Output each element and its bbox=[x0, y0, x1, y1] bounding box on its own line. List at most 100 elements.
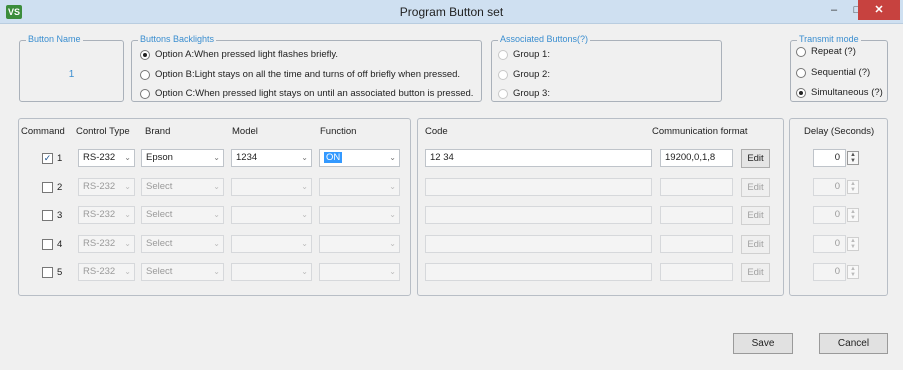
control-type-select[interactable]: RS-232 ⌄ bbox=[78, 235, 135, 253]
model-select[interactable]: ⌄ bbox=[231, 206, 312, 224]
chevron-down-icon: ⌄ bbox=[213, 182, 220, 191]
header-brand: Brand bbox=[145, 126, 171, 137]
backlight-option-c[interactable]: Option C:When pressed light stays on unt… bbox=[140, 88, 473, 99]
control-type-value: RS-232 bbox=[83, 209, 116, 220]
edit-button[interactable]: Edit bbox=[741, 178, 770, 197]
brand-select[interactable]: Select ⌄ bbox=[141, 263, 224, 281]
model-select[interactable]: ⌄ bbox=[231, 235, 312, 253]
backlight-option-b-label: Option B:Light stays on all the time and… bbox=[155, 69, 461, 80]
comm-format-input[interactable] bbox=[660, 263, 733, 281]
radio-icon[interactable] bbox=[796, 46, 806, 57]
code-input[interactable]: 12 34 bbox=[425, 149, 652, 167]
transmit-simultaneous-option[interactable]: Simultaneous (?) bbox=[796, 87, 883, 98]
function-select[interactable]: ON ⌄ bbox=[319, 149, 400, 167]
button-name-value: 1 bbox=[68, 69, 75, 80]
code-input[interactable] bbox=[425, 263, 652, 281]
row-enable-checkbox[interactable]: ✓ bbox=[42, 153, 53, 164]
model-select[interactable]: ⌄ bbox=[231, 178, 312, 196]
save-button[interactable]: Save bbox=[733, 333, 793, 354]
model-select[interactable]: ⌄ bbox=[231, 263, 312, 281]
radio-icon[interactable] bbox=[140, 88, 150, 99]
header-comm-format: Communication format bbox=[652, 126, 748, 137]
radio-icon[interactable] bbox=[796, 87, 806, 98]
edit-button[interactable]: Edit bbox=[741, 206, 770, 225]
radio-icon[interactable] bbox=[498, 88, 508, 99]
function-select[interactable]: ⌄ bbox=[319, 206, 400, 224]
delay-spinner[interactable]: ▲ ▼ bbox=[847, 237, 859, 251]
backlight-option-a[interactable]: Option A:When pressed light flashes brie… bbox=[140, 49, 338, 60]
control-type-select[interactable]: RS-232 ⌄ bbox=[78, 149, 135, 167]
brand-select[interactable]: Select ⌄ bbox=[141, 206, 224, 224]
backlight-option-b[interactable]: Option B:Light stays on all the time and… bbox=[140, 69, 460, 80]
comm-format-input[interactable] bbox=[660, 235, 733, 253]
spin-down-icon[interactable]: ▼ bbox=[848, 158, 858, 164]
spin-down-icon[interactable]: ▼ bbox=[848, 272, 858, 278]
row-number: 3 bbox=[57, 210, 63, 221]
delay-spinner[interactable]: ▲ ▼ bbox=[847, 208, 859, 222]
brand-value: Select bbox=[146, 266, 173, 277]
chevron-down-icon: ⌄ bbox=[213, 239, 220, 248]
backlight-option-a-label: Option A:When pressed light flashes brie… bbox=[155, 49, 339, 60]
row-enable-checkbox[interactable] bbox=[42, 267, 53, 278]
radio-icon[interactable] bbox=[140, 49, 150, 60]
radio-icon[interactable] bbox=[796, 67, 806, 78]
control-type-select[interactable]: RS-232 ⌄ bbox=[78, 178, 135, 196]
row-number: 2 bbox=[57, 182, 63, 193]
delay-input[interactable]: 0 bbox=[813, 235, 846, 253]
spin-down-icon[interactable]: ▼ bbox=[848, 215, 858, 221]
radio-icon[interactable] bbox=[140, 69, 150, 80]
function-select[interactable]: ⌄ bbox=[319, 263, 400, 281]
delay-input[interactable]: 0 bbox=[813, 206, 846, 224]
transmit-repeat-option[interactable]: Repeat (?) bbox=[796, 46, 856, 57]
brand-select[interactable]: Select ⌄ bbox=[141, 235, 224, 253]
group-1-option[interactable]: Group 1: bbox=[498, 49, 550, 60]
delay-value: 0 bbox=[834, 209, 840, 220]
code-input[interactable] bbox=[425, 178, 652, 196]
delay-spinner[interactable]: ▲ ▼ bbox=[847, 180, 859, 194]
group-3-label: Group 3: bbox=[513, 88, 550, 99]
edit-button[interactable]: Edit bbox=[741, 263, 770, 282]
radio-icon[interactable] bbox=[498, 69, 508, 80]
delay-value: 0 bbox=[834, 152, 840, 163]
function-select[interactable]: ⌄ bbox=[319, 235, 400, 253]
chevron-down-icon: ⌄ bbox=[389, 239, 396, 248]
delay-input[interactable]: 0 bbox=[813, 149, 846, 167]
function-value: ON bbox=[324, 152, 343, 163]
function-select[interactable]: ⌄ bbox=[319, 178, 400, 196]
row-enable-checkbox[interactable] bbox=[42, 182, 53, 193]
model-select[interactable]: 1234 ⌄ bbox=[231, 149, 312, 167]
header-model: Model bbox=[232, 126, 258, 137]
chevron-down-icon: ⌄ bbox=[124, 267, 131, 276]
spin-down-icon[interactable]: ▼ bbox=[848, 244, 858, 250]
header-delay: Delay (Seconds) bbox=[804, 126, 875, 137]
code-input[interactable] bbox=[425, 206, 652, 224]
comm-format-input[interactable]: 19200,0,1,8 bbox=[660, 149, 733, 167]
row-enable-checkbox[interactable] bbox=[42, 210, 53, 221]
row-enable-checkbox[interactable] bbox=[42, 239, 53, 250]
delay-value: 0 bbox=[834, 181, 840, 192]
comm-format-input[interactable] bbox=[660, 206, 733, 224]
delay-spinner[interactable]: ▲ ▼ bbox=[847, 151, 859, 165]
row-number: 5 bbox=[57, 267, 63, 278]
control-type-select[interactable]: RS-232 ⌄ bbox=[78, 263, 135, 281]
code-value: 12 34 bbox=[430, 152, 454, 163]
spin-down-icon[interactable]: ▼ bbox=[848, 187, 858, 193]
delay-input[interactable]: 0 bbox=[813, 263, 846, 281]
brand-select[interactable]: Epson ⌄ bbox=[141, 149, 224, 167]
cancel-button[interactable]: Cancel bbox=[819, 333, 888, 354]
brand-select[interactable]: Select ⌄ bbox=[141, 178, 224, 196]
group-2-option[interactable]: Group 2: bbox=[498, 69, 550, 80]
control-type-select[interactable]: RS-232 ⌄ bbox=[78, 206, 135, 224]
group-3-option[interactable]: Group 3: bbox=[498, 88, 550, 99]
delay-input[interactable]: 0 bbox=[813, 178, 846, 196]
edit-button[interactable]: Edit bbox=[741, 235, 770, 254]
code-input[interactable] bbox=[425, 235, 652, 253]
close-button[interactable]: ✕ bbox=[858, 0, 900, 20]
transmit-sequential-option[interactable]: Sequential (?) bbox=[796, 67, 870, 78]
delay-value: 0 bbox=[834, 266, 840, 277]
comm-format-input[interactable] bbox=[660, 178, 733, 196]
radio-icon[interactable] bbox=[498, 49, 508, 60]
delay-spinner[interactable]: ▲ ▼ bbox=[847, 265, 859, 279]
button-name-legend: Button Name bbox=[26, 34, 83, 44]
edit-button[interactable]: Edit bbox=[741, 149, 770, 168]
